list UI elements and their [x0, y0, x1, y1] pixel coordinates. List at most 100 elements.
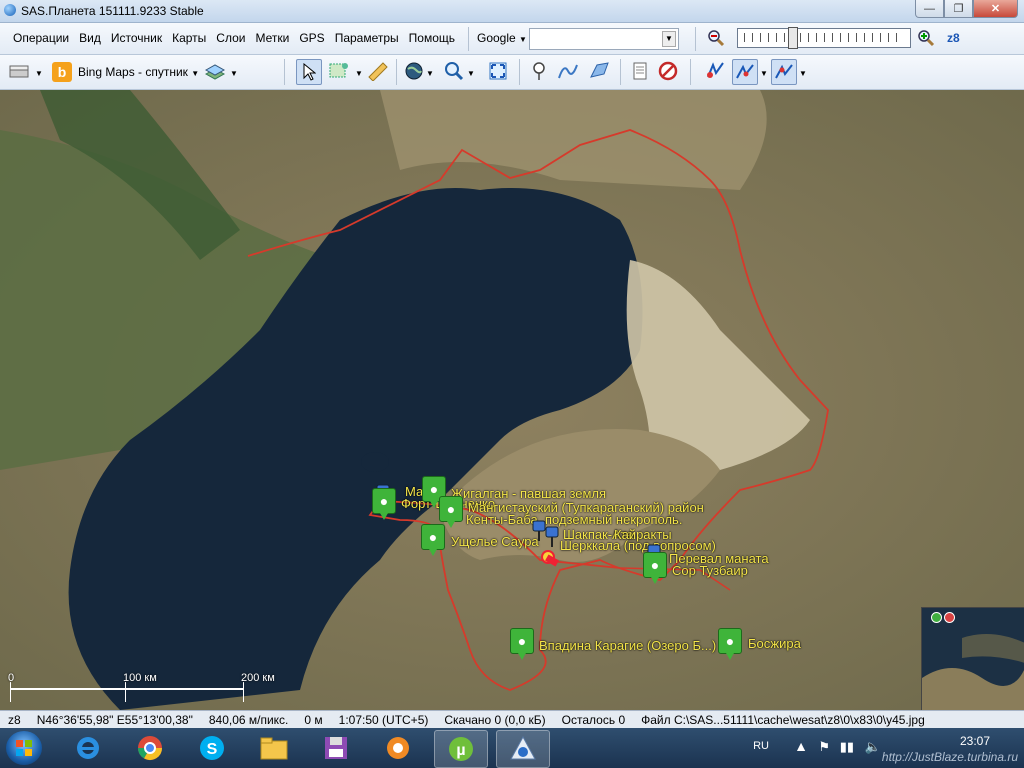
- add-polygon-icon[interactable]: [588, 59, 612, 83]
- menu-parameters[interactable]: Параметры: [330, 31, 404, 45]
- svg-text:µ: µ: [456, 742, 465, 759]
- file-explorer-icon[interactable]: [248, 730, 300, 766]
- zoom-slider-thumb[interactable]: [788, 27, 798, 49]
- minimap-zoom-out-icon[interactable]: [944, 612, 955, 623]
- svg-text:S: S: [207, 741, 218, 758]
- ruler-icon[interactable]: [366, 59, 390, 83]
- placemark-label[interactable]: Кенты-Баба, подземный некрополь.: [466, 512, 682, 527]
- search-magnifier-icon[interactable]: [442, 59, 466, 83]
- utorrent-icon[interactable]: µ: [434, 730, 488, 768]
- taskbar-clock[interactable]: 23:07: [960, 734, 990, 749]
- map-type-icon[interactable]: [8, 60, 32, 84]
- select-area-icon[interactable]: [327, 59, 351, 83]
- search-dropdown-arrow[interactable]: ▼: [662, 31, 676, 47]
- menu-gps[interactable]: GPS: [294, 31, 329, 45]
- minimap-zoom-in-icon[interactable]: [931, 612, 942, 623]
- menu-view[interactable]: Вид: [74, 31, 106, 45]
- placemark-label[interactable]: Сор Тузбаир: [672, 563, 748, 578]
- bing-logo-icon[interactable]: b: [50, 60, 74, 84]
- toolbar-separator: [695, 27, 696, 51]
- green-place-icon[interactable]: ●: [643, 552, 667, 584]
- gps-center-icon[interactable]: [771, 59, 797, 85]
- minimize-button[interactable]: —: [915, 0, 944, 18]
- volume-icon[interactable]: 🔈: [865, 739, 881, 755]
- green-place-icon[interactable]: ●: [372, 488, 396, 520]
- status-zoom: z8: [8, 713, 21, 727]
- placemark-label[interactable]: Босжира: [748, 636, 801, 651]
- app-globe-icon: [4, 4, 16, 16]
- search-provider-label: Google: [477, 31, 516, 45]
- add-path-icon[interactable]: [556, 59, 580, 83]
- status-file: Файл C:\SAS...51111\cache\wesat\z8\0\x83…: [641, 713, 925, 727]
- window-controls: — ❐ ✕: [915, 0, 1018, 18]
- tools-toolbar: ▼ b Bing Maps - спутник ▼ ▼ ▼ ▼ ▼ ▼ ▼: [0, 55, 1024, 90]
- marks-manager-icon[interactable]: [628, 59, 652, 83]
- minimap[interactable]: [921, 607, 1024, 710]
- menu-maps[interactable]: Карты: [167, 31, 211, 45]
- status-downloaded: Скачано 0 (0,0 кБ): [444, 713, 546, 727]
- chevron-down-icon[interactable]: ▼: [760, 69, 768, 78]
- chevron-down-icon[interactable]: ▼: [355, 69, 363, 78]
- action-center-icon[interactable]: ⚑: [818, 739, 830, 755]
- search-provider-select[interactable]: Google ▼: [477, 31, 527, 45]
- main-menu: Операции Вид Источник Карты Слои Метки G…: [8, 31, 460, 45]
- chevron-down-icon: ▼: [191, 69, 200, 78]
- close-button[interactable]: ✕: [973, 0, 1018, 18]
- zoom-slider[interactable]: [737, 27, 911, 49]
- internet-explorer-icon[interactable]: [62, 730, 114, 766]
- menu-help[interactable]: Помощь: [404, 31, 460, 45]
- scale-bar: [10, 688, 244, 690]
- gps-track-icon[interactable]: [732, 59, 758, 85]
- cursor-icon[interactable]: [296, 59, 322, 85]
- toolbar-separator: [396, 59, 397, 85]
- skype-icon[interactable]: S: [186, 730, 238, 766]
- scale-tick: [125, 682, 126, 702]
- scale-label: 100 км: [123, 672, 157, 684]
- chevron-down-icon: ▼: [519, 35, 527, 44]
- status-time: 1:07:50 (UTC+5): [338, 713, 429, 727]
- gps-connect-icon[interactable]: [704, 59, 728, 83]
- toolbar-separator: [620, 59, 621, 85]
- watermark-text: http://JustBlaze.turbina.ru: [881, 750, 1018, 764]
- status-coordinates: N46°36'55,98" E55°13'00,38": [36, 713, 193, 727]
- menu-layers[interactable]: Слои: [211, 31, 250, 45]
- save-disk-icon[interactable]: [310, 730, 362, 766]
- tray-expand-icon[interactable]: ▲: [794, 738, 808, 754]
- chevron-down-icon[interactable]: ▼: [467, 69, 475, 78]
- placemark-label[interactable]: Ущелье Саура: [451, 534, 539, 549]
- map-viewport[interactable]: ● Маяк Форт-Шевченко ● Жигалган - павшая…: [0, 90, 1024, 710]
- menu-operations[interactable]: Операции: [8, 31, 74, 45]
- clock-time: 23:07: [959, 734, 990, 748]
- green-place-icon[interactable]: ●: [439, 496, 463, 528]
- placemark-label[interactable]: Жигалган - павшая земля: [451, 486, 606, 501]
- add-point-icon[interactable]: [527, 59, 551, 83]
- blue-pin-icon[interactable]: [543, 526, 561, 548]
- start-button[interactable]: [6, 731, 42, 765]
- avast-icon[interactable]: [372, 730, 424, 766]
- chevron-down-icon[interactable]: ▼: [35, 69, 43, 78]
- scale-tick: [243, 682, 244, 702]
- network-icon[interactable]: ▮▮: [840, 739, 854, 755]
- zoom-out-icon[interactable]: [704, 26, 728, 50]
- svg-text:b: b: [58, 64, 67, 80]
- zoom-in-icon[interactable]: [914, 26, 938, 50]
- sas-planet-task-icon[interactable]: [496, 730, 550, 768]
- placemark-label[interactable]: Впадина Карагие (Озеро Б...): [539, 638, 716, 653]
- green-place-icon[interactable]: ●: [510, 628, 534, 660]
- fullscreen-icon[interactable]: [486, 59, 510, 83]
- globe-icon[interactable]: [402, 59, 426, 83]
- hide-marks-icon[interactable]: [656, 59, 680, 83]
- green-place-icon[interactable]: ●: [421, 524, 445, 556]
- maximize-button[interactable]: ❐: [944, 0, 973, 18]
- menu-source[interactable]: Источник: [106, 31, 167, 45]
- chrome-icon[interactable]: [124, 730, 176, 766]
- chevron-down-icon[interactable]: ▼: [426, 69, 434, 78]
- chevron-down-icon[interactable]: ▼: [230, 69, 238, 78]
- map-source-select[interactable]: Bing Maps - спутник ▼: [78, 65, 199, 79]
- language-indicator[interactable]: RU: [753, 740, 769, 752]
- menu-marks[interactable]: Метки: [250, 31, 294, 45]
- chevron-down-icon[interactable]: ▼: [799, 69, 807, 78]
- green-place-icon[interactable]: ●: [718, 628, 742, 660]
- search-input[interactable]: ▼: [529, 28, 679, 50]
- layers-icon[interactable]: [203, 60, 227, 84]
